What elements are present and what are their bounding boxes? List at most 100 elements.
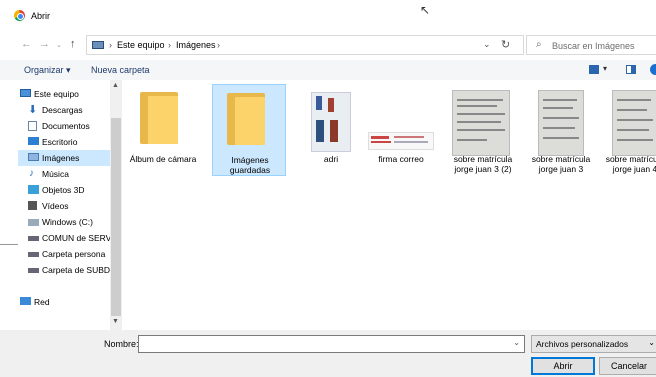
scroll-down-icon[interactable]: ▼: [112, 318, 119, 325]
sidebar-item-carpeta-personal[interactable]: Carpeta persona: [18, 246, 118, 262]
back-arrow-icon[interactable]: ←: [21, 38, 32, 50]
navigation-pane: Este equipo ⬇ Descargas Documentos Escri…: [18, 80, 122, 330]
sidebar-item-label: Documentos: [42, 121, 90, 131]
scrollbar-thumb[interactable]: [111, 118, 121, 316]
folder-icon: [140, 92, 178, 144]
folder-icon: [227, 93, 265, 145]
chevron-down-icon: ⌄: [648, 338, 655, 347]
computer-icon: [92, 41, 104, 49]
file-item-imagenes-guardadas[interactable]: Imágenes guardadas: [212, 84, 286, 176]
sidebar-item-label: COMUN de SERV: [42, 233, 112, 243]
sidebar-item-label: Descargas: [42, 105, 83, 115]
change-view-icon[interactable]: [589, 65, 599, 74]
chrome-icon: [14, 10, 25, 21]
network-drive-icon: [28, 268, 39, 273]
objects-3d-icon: [28, 185, 39, 194]
sidebar-item-label: Música: [42, 169, 69, 179]
cancel-button[interactable]: Cancelar: [599, 357, 656, 375]
sidebar-item-musica[interactable]: ♪ Música: [18, 166, 118, 182]
search-placeholder: Buscar en Imágenes: [552, 41, 635, 51]
new-folder-button[interactable]: Nueva carpeta: [91, 65, 150, 75]
search-input[interactable]: ⌕ Buscar en Imágenes: [526, 35, 656, 55]
documents-icon: [28, 121, 37, 131]
file-name: sobre matrícula jorge juan 4: [605, 154, 656, 174]
mouse-cursor-icon: ↖: [420, 3, 431, 17]
organize-button[interactable]: Organizar ▾: [24, 65, 71, 76]
sidebar-item-escritorio[interactable]: Escritorio: [18, 134, 118, 150]
breadcrumb-este-equipo[interactable]: Este equipo: [117, 40, 165, 50]
title-bar: Abrir ↖: [0, 0, 656, 30]
sidebar-item-label: Objetos 3D: [42, 185, 85, 195]
file-list: Álbum de cámara Imágenes guardadas adri …: [124, 80, 656, 330]
file-item-sobre-matricula-jorge-juan-3-2[interactable]: sobre matrícula jorge juan 3 (2): [446, 84, 520, 176]
sidebar-item-descargas[interactable]: ⬇ Descargas: [18, 102, 118, 118]
sidebar-item-este-equipo[interactable]: Este equipo: [18, 86, 118, 102]
breadcrumb-separator: ›: [109, 40, 112, 50]
sidebar-item-label: Red: [34, 297, 50, 307]
window-title: Abrir: [31, 11, 51, 21]
address-dropdown-icon[interactable]: ⌄: [483, 39, 491, 50]
forward-arrow-icon[interactable]: →: [39, 38, 50, 50]
network-icon: [20, 297, 31, 305]
image-thumbnail: [364, 90, 438, 152]
dialog-footer: Nombre: ⌄ Archivos personalizados ⌄ Abri…: [0, 330, 656, 377]
file-name: Imágenes guardadas: [229, 155, 271, 175]
address-bar[interactable]: › Este equipo › Imágenes › ⌄ ↻: [86, 35, 524, 55]
sidebar-item-videos[interactable]: Vídeos: [18, 198, 118, 214]
sidebar-item-imagenes[interactable]: Imágenes: [18, 150, 118, 166]
open-button[interactable]: Abrir: [531, 357, 595, 375]
sidebar-item-windows-c[interactable]: Windows (C:): [18, 214, 118, 230]
sidebar-item-comun-de-serv[interactable]: COMUN de SERV: [18, 230, 118, 246]
file-name: Álbum de cámara: [129, 154, 197, 164]
sidebar-item-label: Imágenes: [42, 153, 80, 163]
videos-icon: [28, 201, 37, 210]
divider: [0, 244, 18, 245]
network-drive-icon: [28, 236, 39, 241]
image-thumbnail: [524, 90, 598, 156]
scroll-up-icon[interactable]: ▲: [112, 82, 119, 89]
filename-label: Nombre:: [104, 339, 139, 349]
image-thumbnail: [598, 90, 656, 156]
file-name: sobre matrícula jorge juan 3 (2): [453, 154, 513, 174]
filename-dropdown-icon[interactable]: ⌄: [513, 338, 520, 347]
file-item-sobre-matricula-jorge-juan-3[interactable]: sobre matrícula jorge juan 3: [524, 84, 598, 176]
desktop-icon: [28, 137, 39, 145]
file-item-sobre-matricula-jorge-juan-4[interactable]: sobre matrícula jorge juan 4: [598, 84, 656, 176]
pictures-icon: [28, 153, 39, 161]
up-arrow-icon[interactable]: ↑: [70, 38, 76, 50]
sidebar-item-label: Vídeos: [42, 201, 69, 211]
sidebar-item-label: Este equipo: [34, 89, 79, 99]
file-item-firma-correo[interactable]: firma correo: [364, 84, 438, 176]
refresh-icon[interactable]: ↻: [501, 38, 510, 51]
view-options-dropdown-icon[interactable]: ▾: [603, 64, 607, 73]
help-icon[interactable]: [650, 64, 656, 75]
file-item-album-de-camara[interactable]: Álbum de cámara: [126, 84, 200, 176]
sidebar-item-carpeta-de-subd[interactable]: Carpeta de SUBD: [18, 262, 118, 278]
breadcrumb-separator: ›: [168, 40, 171, 50]
file-name: adri: [323, 154, 339, 164]
file-type-label: Archivos personalizados: [536, 339, 629, 349]
command-bar: Organizar ▾ Nueva carpeta ▾: [0, 60, 656, 80]
drive-icon: [28, 219, 39, 226]
file-item-adri[interactable]: adri: [294, 84, 368, 176]
sidebar-item-red[interactable]: Red: [18, 294, 118, 310]
sidebar-scrollbar[interactable]: ▲ ▼: [110, 80, 122, 330]
music-icon: ♪: [29, 168, 34, 179]
file-name: sobre matrícula jorge juan 3: [531, 154, 591, 174]
filename-input[interactable]: ⌄: [138, 335, 525, 353]
sidebar-item-label: Carpeta persona: [42, 249, 106, 259]
sidebar-item-label: Windows (C:): [42, 217, 94, 227]
breadcrumb-separator[interactable]: ›: [217, 40, 220, 50]
image-thumbnail: [446, 90, 520, 156]
computer-icon: [20, 89, 31, 97]
network-drive-icon: [28, 252, 39, 257]
file-name: firma correo: [378, 154, 424, 164]
preview-pane-icon[interactable]: [626, 65, 636, 74]
recent-locations-chevron-icon[interactable]: ⌄: [56, 41, 62, 49]
file-type-select[interactable]: Archivos personalizados ⌄: [531, 335, 656, 353]
sidebar-item-objetos-3d[interactable]: Objetos 3D: [18, 182, 118, 198]
breadcrumb-imagenes[interactable]: Imágenes: [176, 40, 216, 50]
search-icon: ⌕: [536, 39, 542, 50]
sidebar-item-label: Carpeta de SUBD: [42, 265, 111, 275]
sidebar-item-documentos[interactable]: Documentos: [18, 118, 118, 134]
